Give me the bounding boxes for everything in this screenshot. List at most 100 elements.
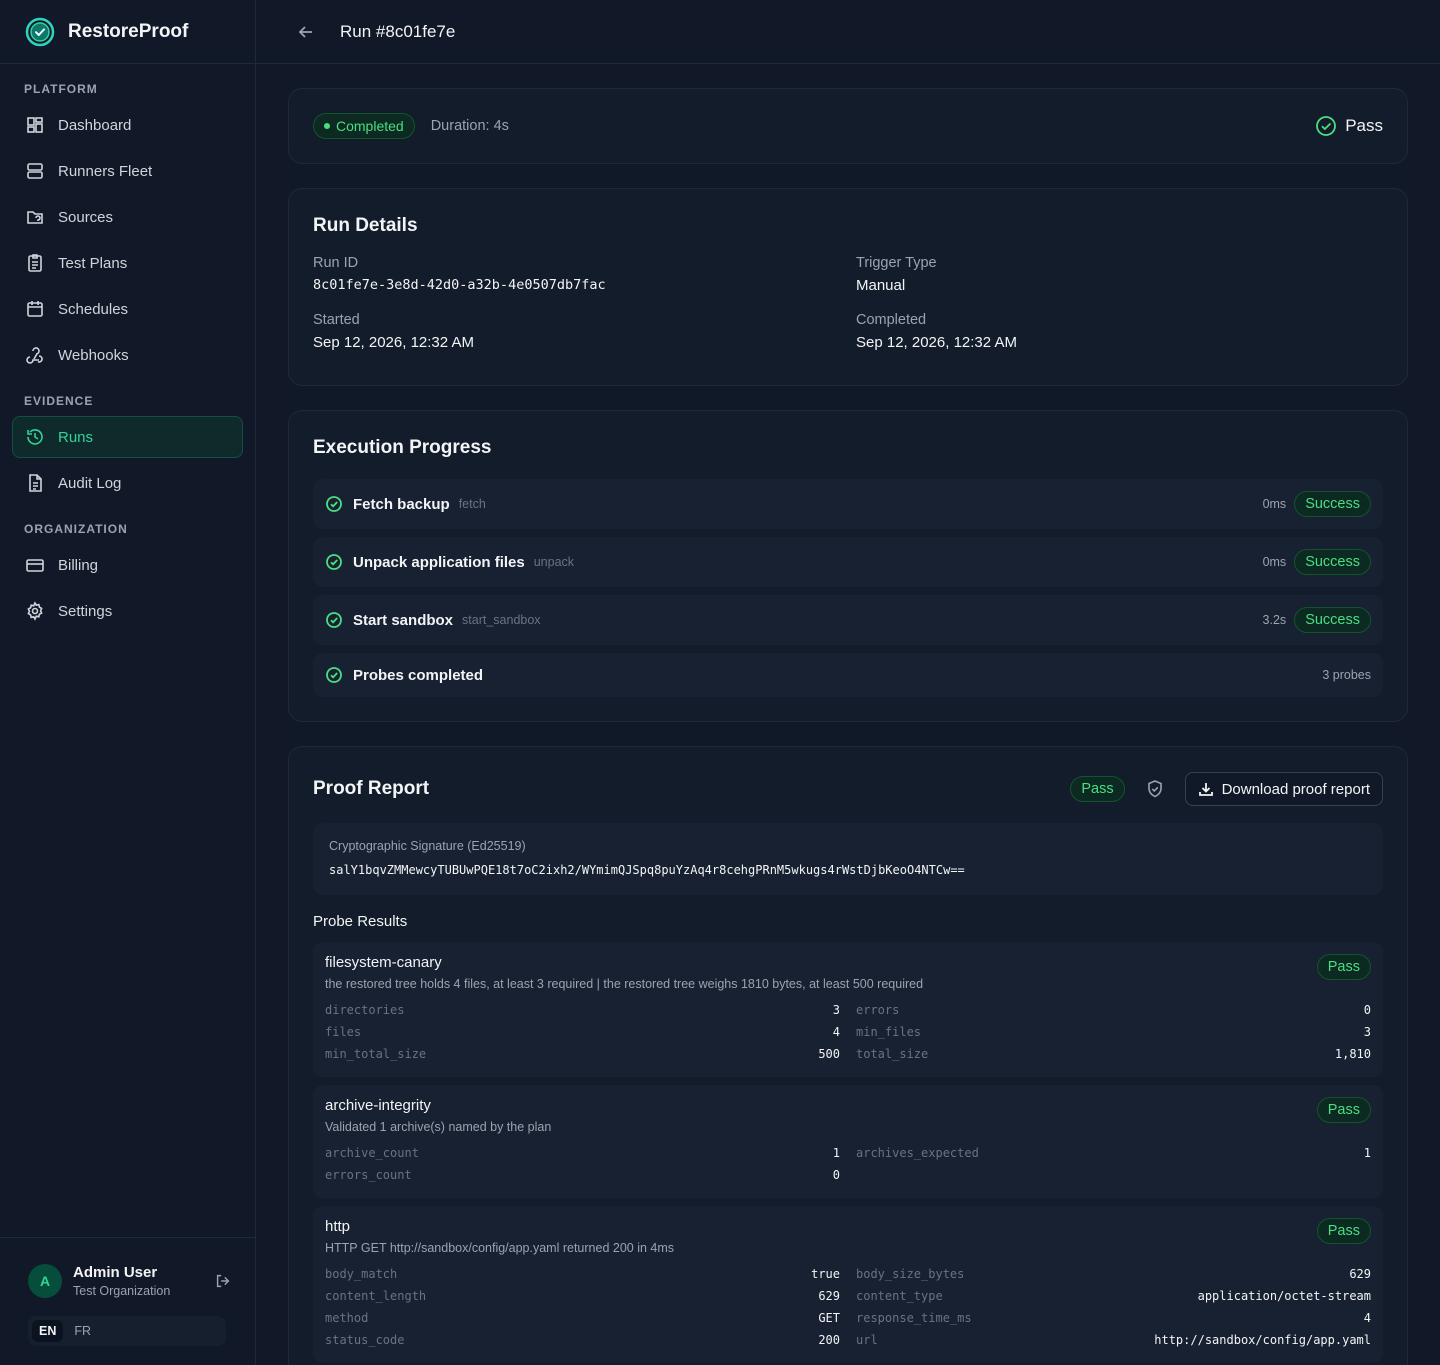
sidebar-item-settings[interactable]: Settings <box>12 590 243 632</box>
probe-metric: url http://sandbox/config/app.yaml <box>856 1329 1371 1351</box>
brand[interactable]: RestoreProof <box>0 0 255 64</box>
probe-metric: response_time_ms 4 <box>856 1307 1371 1329</box>
check-circle-icon <box>326 612 342 628</box>
avatar[interactable]: A <box>28 1264 62 1298</box>
metric-value: 3 <box>832 1003 840 1017</box>
probe-status-badge: Pass <box>1316 954 1371 980</box>
probe-result: archive-integrity Validated 1 archive(s) … <box>313 1085 1383 1198</box>
probe-name: http <box>325 1218 351 1235</box>
sidebar-item-webhooks[interactable]: Webhooks <box>12 334 243 376</box>
detail-value: Manual <box>856 277 906 294</box>
step-duration: 3.2s <box>1262 613 1287 627</box>
sidebar-item-label: Webhooks <box>58 346 129 364</box>
step-name: Start sandbox <box>353 611 454 629</box>
calendar-icon <box>25 299 45 319</box>
nav-heading: EVIDENCE <box>24 394 94 408</box>
execution-step: Probes completed 3 probes <box>313 653 1383 697</box>
folder-icon <box>25 207 45 227</box>
metric-key: archives_expected <box>856 1146 979 1160</box>
page-header: Run #8c01fe7e <box>256 0 1440 64</box>
metric-key: body_match <box>325 1267 398 1281</box>
section-title: Execution Progress <box>313 437 492 458</box>
probe-description: Validated 1 archive(s) named by the plan <box>325 1120 552 1134</box>
lang-en[interactable]: EN <box>32 1320 64 1342</box>
sidebar: RestoreProof PLATFORM Dashboard Runners Fl… <box>0 0 256 1365</box>
page-title: Run #8c01fe7e <box>340 21 456 41</box>
metric-key: method <box>325 1311 369 1325</box>
metric-value: 200 <box>818 1333 840 1347</box>
probe-metric: status_code 200 <box>325 1329 840 1351</box>
probe-metric: method GET <box>325 1307 840 1329</box>
step-status-badge: Success <box>1294 607 1371 633</box>
probe-status-badge: Pass <box>1316 1097 1371 1123</box>
nav-heading: ORGANIZATION <box>24 522 128 536</box>
sidebar-item-runs[interactable]: Runs <box>12 416 243 458</box>
check-circle-icon <box>326 496 342 512</box>
shield-check-icon[interactable] <box>1145 779 1165 799</box>
logout-icon[interactable] <box>214 1272 232 1290</box>
metric-value: 0 <box>832 1168 840 1182</box>
metric-value: 1,810 <box>1334 1047 1371 1061</box>
sidebar-item-audit-log[interactable]: Audit Log <box>12 462 243 504</box>
check-circle-icon <box>1316 116 1337 136</box>
metric-key: status_code <box>325 1333 405 1347</box>
sidebar-item-label: Runs <box>58 428 94 446</box>
metric-value: 4 <box>1363 1311 1371 1325</box>
probe-name: archive-integrity <box>325 1097 431 1114</box>
metric-value: true <box>811 1267 840 1281</box>
sidebar-item-billing[interactable]: Billing <box>12 544 243 586</box>
download-report-button[interactable]: Download proof report <box>1184 772 1383 806</box>
probe-metric: content_type application/octet-stream <box>856 1285 1371 1307</box>
metric-value: 629 <box>818 1289 840 1303</box>
probe-metric: files 4 <box>325 1021 840 1043</box>
status-badge: Completed <box>313 113 415 139</box>
step-name: Fetch backup <box>353 495 450 513</box>
probe-result: filesystem-canary the restored tree holds… <box>313 942 1383 1077</box>
dashboard-icon <box>25 115 45 135</box>
download-icon <box>1198 783 1213 796</box>
sidebar-item-schedules[interactable]: Schedules <box>12 288 243 330</box>
app-name: RestoreProof <box>68 20 189 42</box>
lang-fr[interactable]: FR <box>67 1320 98 1342</box>
metric-value: 500 <box>818 1047 840 1061</box>
metric-value: 1 <box>1363 1146 1371 1160</box>
sidebar-item-label: Audit Log <box>58 474 122 492</box>
signature-value[interactable]: salY1bqvZMMewcyTUBUwPQE18t7oC2ixh2/WYmim… <box>329 863 1367 877</box>
sidebar-item-runners-fleet[interactable]: Runners Fleet <box>12 150 243 192</box>
execution-step: Fetch backup fetch 0ms Success <box>313 479 1383 529</box>
metric-value: GET <box>818 1311 840 1325</box>
step-key: unpack <box>533 555 575 569</box>
metric-value: 3 <box>1363 1025 1371 1039</box>
step-duration: 0ms <box>1262 497 1287 511</box>
detail-value[interactable]: 8c01fe7e-3e8d-42d0-a32b-4e0507db7fac <box>313 277 856 293</box>
back-arrow-icon[interactable] <box>296 22 316 42</box>
probe-metric: min_files 3 <box>856 1021 1371 1043</box>
metric-key: min_total_size <box>325 1047 427 1061</box>
logo-icon <box>25 17 55 46</box>
probe-metric: total_size 1,810 <box>856 1043 1371 1065</box>
metric-key: url <box>856 1333 878 1347</box>
sidebar-item-sources[interactable]: Sources <box>12 196 243 238</box>
metric-key: files <box>325 1025 362 1039</box>
run-status-card: Completed Duration: 4s Pass <box>288 88 1408 164</box>
sidebar-item-test-plans[interactable]: Test Plans <box>12 242 243 284</box>
probe-metric: min_total_size 500 <box>325 1043 840 1065</box>
detail-field: Run ID 8c01fe7e-3e8d-42d0-a32b-4e0507db7f… <box>313 255 856 294</box>
credit-card-icon <box>25 555 45 575</box>
sidebar-nav: PLATFORM Dashboard Runners Fleet Sources Tes… <box>0 64 255 632</box>
step-duration: 0ms <box>1262 555 1287 569</box>
history-icon <box>25 427 45 447</box>
sidebar-item-dashboard[interactable]: Dashboard <box>12 104 243 146</box>
probe-name: filesystem-canary <box>325 954 442 971</box>
detail-field: Trigger Type Manual <box>856 255 1376 294</box>
step-status-badge: Success <box>1294 549 1371 575</box>
probe-metric: body_size_bytes 629 <box>856 1263 1371 1285</box>
step-status-badge: Success <box>1294 491 1371 517</box>
proof-result-badge: Pass <box>1070 776 1125 802</box>
execution-step: Start sandbox start_sandbox 3.2s Success <box>313 595 1383 645</box>
nav-section: PLATFORM Dashboard Runners Fleet Sources Tes… <box>0 78 255 376</box>
nav-section: EVIDENCE Runs Audit Log <box>0 390 255 504</box>
signature-label: Cryptographic Signature (Ed25519) <box>329 839 526 853</box>
probe-description: HTTP GET http://sandbox/config/app.yaml … <box>325 1241 675 1255</box>
probe-metric: body_match true <box>325 1263 840 1285</box>
